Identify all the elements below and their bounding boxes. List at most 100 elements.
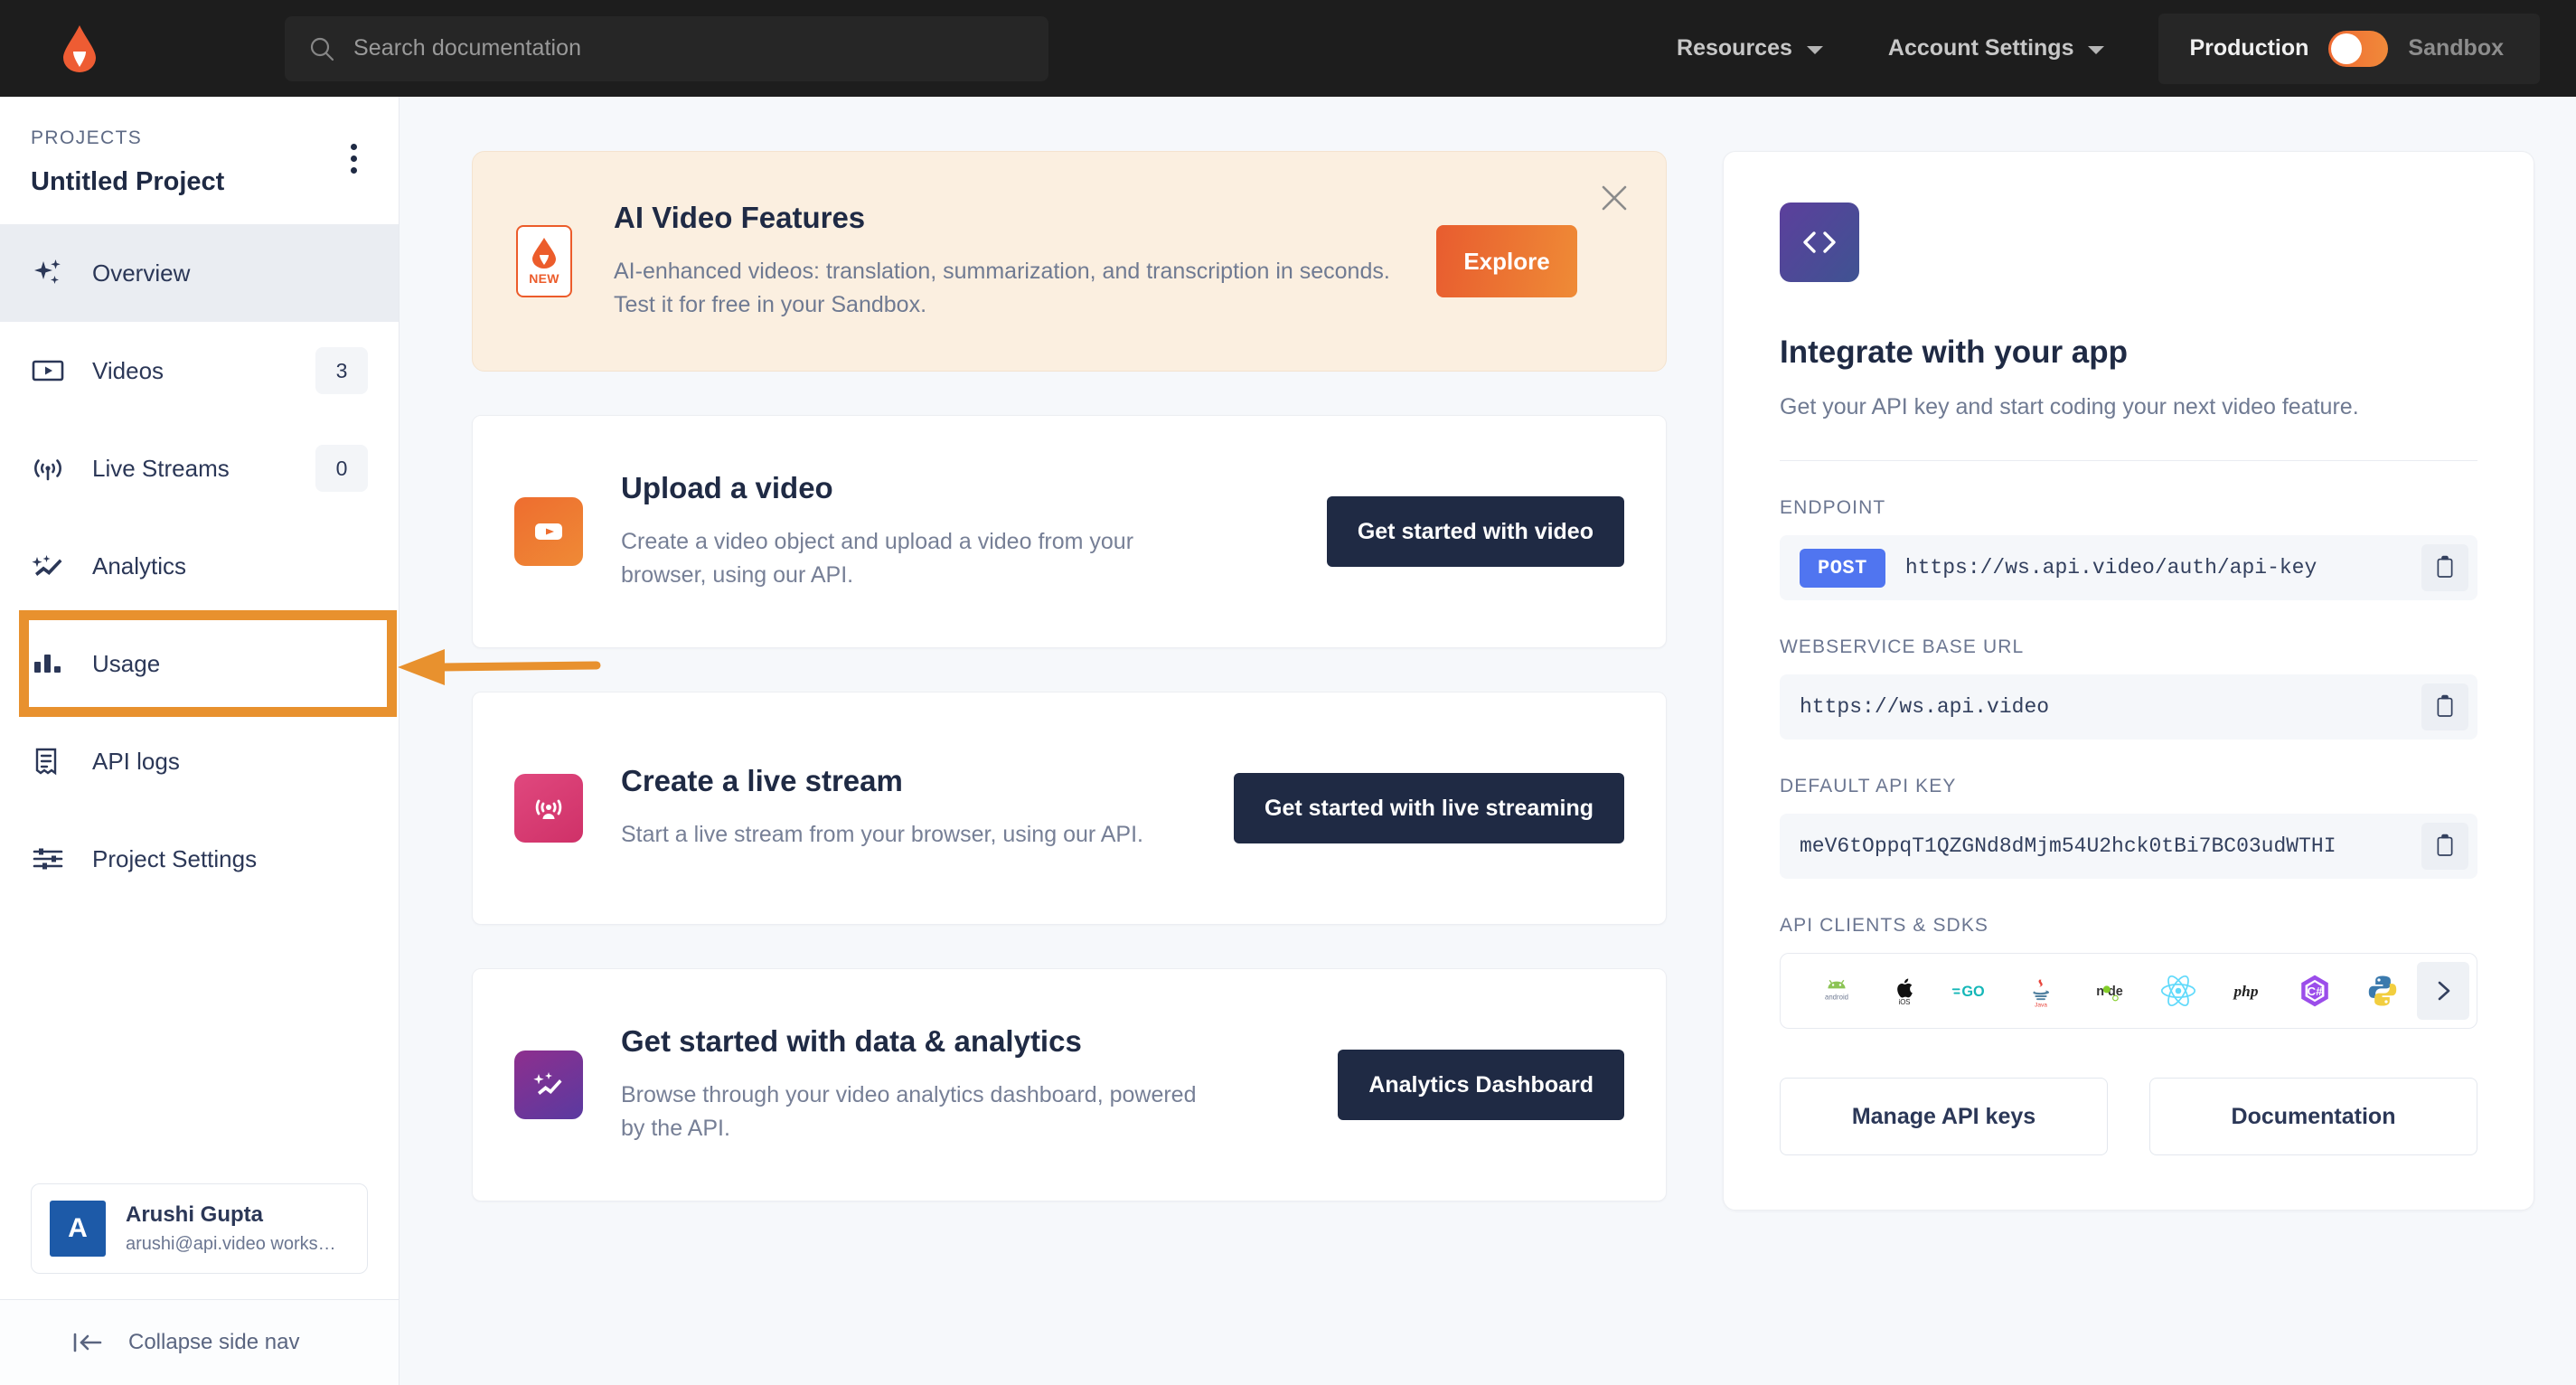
- copy-api-key-button[interactable]: [2421, 823, 2468, 870]
- sidebar-item-analytics-label: Analytics: [92, 551, 187, 579]
- kebab-menu-icon[interactable]: [351, 144, 357, 174]
- top-nav-resources-label: Resources: [1677, 35, 1792, 61]
- sidebar: PROJECTS Untitled Project Overview Video…: [0, 97, 400, 1385]
- documentation-button[interactable]: Documentation: [2149, 1078, 2477, 1155]
- api-key-value: meV6tOppqT1QZGNd8dMjm54U2hck0tBi7BC03udW…: [1800, 834, 2336, 858]
- top-nav-resources[interactable]: Resources: [1644, 0, 1856, 97]
- top-nav-account-settings-label: Account Settings: [1887, 35, 2074, 61]
- svg-text:android: android: [1825, 994, 1848, 1002]
- go-icon[interactable]: GO: [1939, 965, 2007, 1017]
- integrate-panel-subtitle: Get your API key and start coding your n…: [1780, 394, 2359, 419]
- sidebar-live-streams-count: 0: [315, 445, 368, 492]
- close-icon[interactable]: [1599, 183, 1630, 213]
- user-card[interactable]: A Arushi Gupta arushi@api.video works…: [31, 1183, 368, 1274]
- api-video-logo-icon: [62, 24, 96, 72]
- base-url-field[interactable]: https://ws.api.video: [1780, 674, 2477, 740]
- card-upload-video: Upload a video Create a video object and…: [472, 415, 1667, 648]
- main-left-column: NEW AI Video Features AI-enhanced videos…: [472, 151, 1667, 1385]
- explore-button[interactable]: Explore: [1436, 225, 1577, 297]
- project-header: PROJECTS Untitled Project: [0, 97, 399, 224]
- svg-text:iOS: iOS: [1899, 998, 1911, 1006]
- collapse-side-nav-label: Collapse side nav: [128, 1330, 300, 1354]
- app-root: Search documentation Resources Account S…: [0, 0, 2576, 1385]
- env-toggle[interactable]: [2328, 30, 2389, 67]
- svg-text:php: php: [2233, 983, 2259, 1000]
- sidebar-item-videos[interactable]: Videos 3: [0, 322, 399, 419]
- sparkles-icon: [31, 256, 65, 290]
- card-live-stream-title: Create a live stream: [621, 764, 903, 798]
- broadcast-icon: [31, 451, 65, 485]
- card-upload-video-body: Upload a video Create a video object and…: [621, 471, 1199, 593]
- card-live-stream-description: Start a live stream from your browser, u…: [621, 822, 1144, 848]
- collapse-side-nav-button[interactable]: Collapse side nav: [0, 1299, 399, 1385]
- card-data-analytics: Get started with data & analytics Browse…: [472, 968, 1667, 1201]
- avatar: A: [50, 1201, 106, 1257]
- environment-switch[interactable]: Production Sandbox: [2158, 13, 2540, 84]
- new-badge: NEW: [516, 225, 572, 297]
- analytics-icon: [31, 549, 65, 583]
- manage-api-keys-button[interactable]: Manage API keys: [1780, 1078, 2108, 1155]
- python-icon[interactable]: [2349, 965, 2418, 1017]
- code-brackets-icon: [1780, 203, 1859, 282]
- page-body: PROJECTS Untitled Project Overview Video…: [0, 97, 2576, 1385]
- sdk-next-button[interactable]: [2417, 962, 2470, 1020]
- api-video-logo-icon: [532, 237, 556, 269]
- env-sandbox-label: Sandbox: [2408, 35, 2504, 61]
- sidebar-item-videos-label: Videos: [92, 356, 165, 384]
- base-url-label: WEBSERVICE BASE URL: [1780, 636, 2025, 657]
- broadcast-icon: [514, 774, 583, 843]
- php-icon[interactable]: php: [2212, 965, 2280, 1017]
- chevron-down-icon: [1806, 45, 1823, 54]
- banner-description: AI-enhanced videos: translation, summari…: [614, 258, 1390, 318]
- android-icon[interactable]: android: [1802, 965, 1871, 1017]
- analytics-dashboard-button[interactable]: Analytics Dashboard: [1338, 1050, 1624, 1120]
- card-data-analytics-body: Get started with data & analytics Browse…: [621, 1024, 1199, 1146]
- ios-icon[interactable]: iOS: [1871, 965, 1940, 1017]
- collapse-left-icon: [72, 1329, 103, 1356]
- projects-kicker: PROJECTS: [31, 127, 143, 148]
- sidebar-item-overview[interactable]: Overview: [0, 224, 399, 322]
- sidebar-item-usage[interactable]: Usage: [0, 615, 399, 712]
- sidebar-item-api-logs-label: API logs: [92, 747, 180, 775]
- integrate-panel-title: Integrate with your app: [1780, 334, 2129, 370]
- endpoint-field[interactable]: POST https://ws.api.video/auth/api-key: [1780, 535, 2477, 600]
- csharp-icon[interactable]: C#: [2280, 965, 2349, 1017]
- panel-divider: [1780, 460, 2477, 461]
- svg-text:C#: C#: [2307, 985, 2322, 998]
- api-key-label: DEFAULT API KEY: [1780, 776, 1957, 796]
- sidebar-item-analytics[interactable]: Analytics: [0, 517, 399, 615]
- get-started-with-live-streaming-button[interactable]: Get started with live streaming: [1234, 773, 1624, 843]
- api-key-field[interactable]: meV6tOppqT1QZGNd8dMjm54U2hck0tBi7BC03udW…: [1780, 814, 2477, 879]
- sidebar-item-live-streams[interactable]: Live Streams 0: [0, 419, 399, 517]
- sidebar-item-project-settings[interactable]: Project Settings: [0, 810, 399, 908]
- app-logo[interactable]: [0, 24, 158, 72]
- project-name: Untitled Project: [31, 167, 225, 196]
- svg-text:n de: n de: [2096, 985, 2123, 999]
- integrate-panel: Integrate with your app Get your API key…: [1723, 151, 2534, 1211]
- copy-endpoint-button[interactable]: [2421, 544, 2468, 591]
- new-badge-label: NEW: [529, 270, 559, 286]
- copy-icon: [2435, 555, 2455, 581]
- banner-title: AI Video Features: [614, 200, 866, 234]
- top-nav: Resources Account Settings Production Sa…: [1644, 0, 2576, 97]
- card-upload-video-description: Create a video object and upload a video…: [621, 528, 1134, 589]
- search-icon: [308, 35, 335, 62]
- sidebar-item-overview-label: Overview: [92, 259, 191, 287]
- video-play-icon: [514, 497, 583, 566]
- copy-base-url-button[interactable]: [2421, 683, 2468, 730]
- java-icon[interactable]: Java: [2007, 965, 2076, 1017]
- top-nav-account-settings[interactable]: Account Settings: [1856, 0, 2138, 97]
- sdk-list: android iOS GO Java n de php C#: [1780, 953, 2477, 1029]
- base-url-value: https://ws.api.video: [1800, 695, 2050, 719]
- sidebar-item-api-logs[interactable]: API logs: [0, 712, 399, 810]
- card-live-stream: Create a live stream Start a live stream…: [472, 692, 1667, 925]
- endpoint-label: ENDPOINT: [1780, 497, 1886, 518]
- chevron-down-icon: [2088, 45, 2105, 54]
- search-input[interactable]: Search documentation: [285, 15, 1048, 81]
- get-started-with-video-button[interactable]: Get started with video: [1326, 496, 1624, 567]
- react-icon[interactable]: [2144, 965, 2213, 1017]
- user-email: arushi@api.video works…: [126, 1234, 336, 1254]
- ai-video-features-banner: NEW AI Video Features AI-enhanced videos…: [472, 151, 1667, 372]
- node-icon[interactable]: n de: [2075, 965, 2144, 1017]
